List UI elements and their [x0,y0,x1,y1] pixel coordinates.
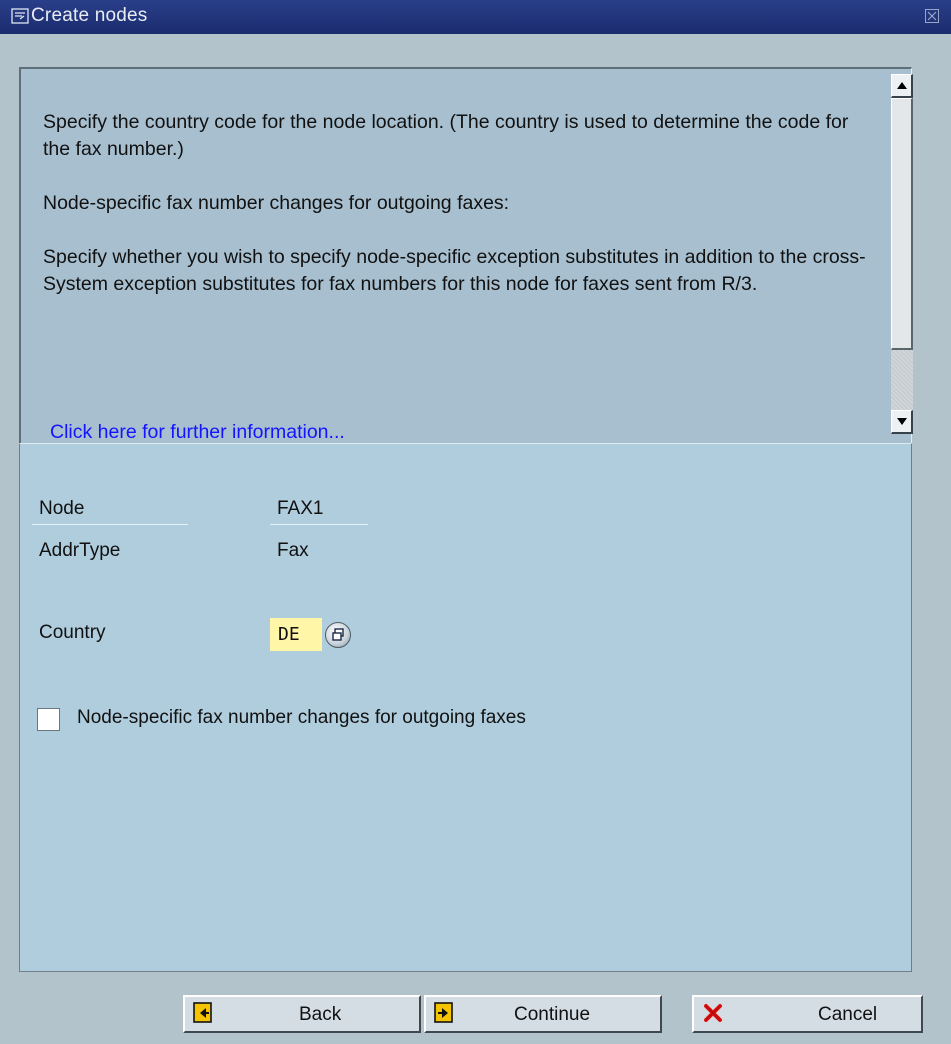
help-paragraph: Specify whether you wish to specify node… [43,246,866,295]
form-panel: Node FAX1 AddrType Fax Country DE Node-s… [19,443,912,972]
continue-button[interactable]: Continue [424,995,662,1033]
node-label-underline [32,524,188,525]
node-value: FAX1 [277,498,324,519]
back-button-label: Back [299,1004,342,1025]
back-button[interactable]: Back [183,995,421,1033]
continue-button-label: Continue [514,1004,591,1025]
scroll-thumb[interactable] [891,98,913,350]
further-information-link[interactable]: Click here for further information... [50,421,345,444]
close-icon[interactable] [925,9,939,23]
help-scrollbar[interactable] [891,74,913,434]
title-bar: Create nodes [0,0,951,34]
help-paragraph: Node-specific fax number changes for out… [43,192,510,214]
help-panel: Specify the country code for the node lo… [19,67,912,443]
addrtype-value: Fax [277,540,309,561]
cancel-button-label: Cancel [818,1004,878,1025]
arrow-down-icon [897,418,907,425]
node-value-underline [270,524,368,525]
arrow-up-icon [897,82,907,89]
value-help-icon[interactable] [325,622,351,648]
country-label: Country [39,622,106,643]
node-specific-checkbox[interactable] [37,708,60,731]
node-specific-checkbox-label: Node-specific fax number changes for out… [77,707,526,728]
addrtype-label: AddrType [39,540,121,561]
continue-icon [434,1002,456,1024]
help-text: Specify the country code for the node lo… [43,109,873,325]
cancel-button[interactable]: Cancel [692,995,923,1033]
country-input[interactable]: DE [270,618,322,651]
back-icon [193,1002,215,1024]
window-title: Create nodes [31,5,148,26]
dialog-icon [11,8,29,24]
scroll-track[interactable] [891,350,913,410]
scroll-down-button[interactable] [891,410,913,434]
help-paragraph: Specify the country code for the node lo… [43,111,849,160]
scroll-up-button[interactable] [891,74,913,98]
node-label: Node [39,498,85,519]
cancel-x-icon [702,1002,724,1024]
